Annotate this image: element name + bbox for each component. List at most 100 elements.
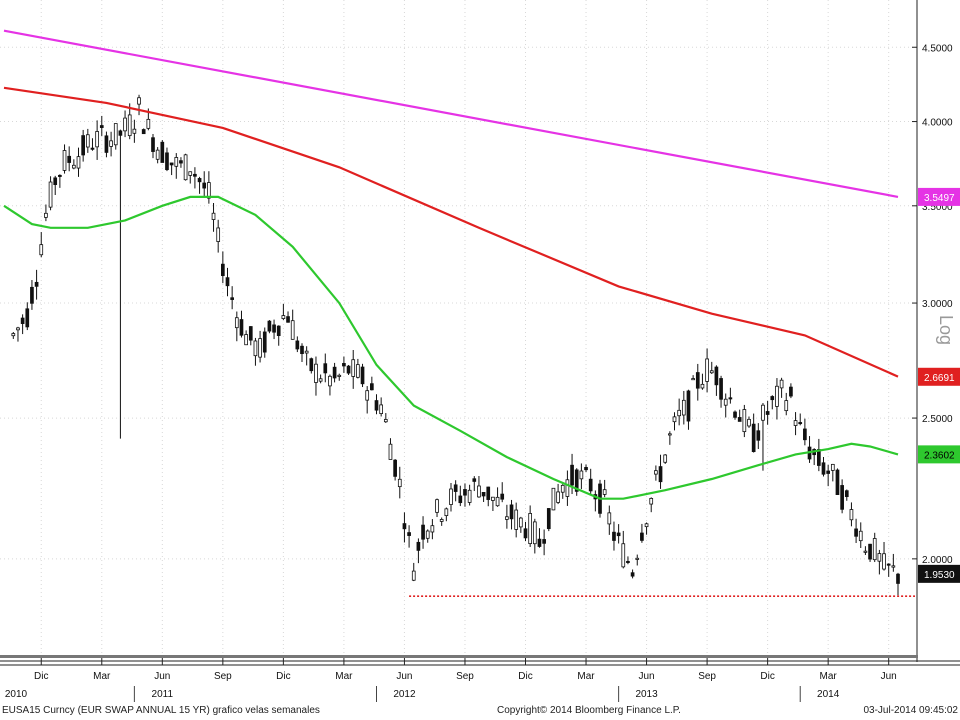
y-tick-label: 4.5000	[922, 43, 953, 54]
candle-body	[123, 117, 127, 132]
candle-body	[48, 181, 53, 208]
x-tick-label: Jun	[881, 671, 897, 682]
candle-body	[840, 485, 844, 510]
y-tick-label: 2.5000	[922, 414, 953, 425]
log-scale-label: Log	[936, 315, 956, 345]
candle-body	[602, 489, 607, 495]
candle-body	[668, 433, 672, 436]
candle-body	[751, 423, 756, 453]
candle-body	[635, 557, 640, 560]
candle-body	[519, 517, 523, 528]
year-label: 2013	[635, 689, 658, 700]
footer-instrument: EUSA15 Curncy (EUR SWAP ANNUAL 15 YR) gr…	[2, 705, 320, 716]
y-tick-label: 2.0000	[922, 555, 953, 566]
candle-body	[165, 152, 169, 171]
candle-body	[747, 418, 751, 427]
candle-body	[537, 538, 542, 547]
ma-line-0	[3, 29, 899, 198]
candle-body	[234, 317, 239, 329]
candle-body	[267, 320, 272, 332]
candle-body	[104, 135, 109, 153]
candle-body	[314, 363, 318, 383]
candles	[11, 94, 900, 596]
candle-body	[649, 498, 654, 505]
candle-body	[183, 154, 188, 181]
candle-body	[356, 364, 360, 378]
candle-body	[803, 428, 807, 441]
candle-body	[616, 532, 621, 537]
candle-body	[830, 463, 835, 471]
candle-body	[202, 182, 207, 189]
year-label: 2014	[817, 689, 840, 700]
candle-body	[588, 478, 593, 492]
candle-body	[691, 378, 695, 381]
candle-body	[67, 155, 72, 163]
candle-body	[495, 496, 500, 507]
candle-body	[407, 532, 411, 536]
candle-body	[62, 150, 67, 171]
candle-body	[230, 297, 234, 300]
candle-body	[584, 467, 588, 471]
candle-body	[174, 157, 179, 167]
candle-body	[416, 541, 421, 551]
candle-body	[141, 129, 146, 135]
x-tick-label: Mar	[820, 671, 838, 682]
x-tick-label: Sep	[214, 671, 232, 682]
candle-body	[137, 97, 141, 105]
ma-line-2	[3, 195, 899, 500]
x-tick-label: Jun	[639, 671, 655, 682]
candle-body	[276, 325, 281, 337]
candle-body	[435, 499, 439, 513]
candle-body	[286, 316, 290, 323]
candle-body	[244, 334, 248, 346]
candle-body	[397, 478, 402, 488]
candle-body	[439, 519, 444, 522]
candle-body	[444, 508, 449, 517]
year-label: 2012	[393, 689, 416, 700]
candle-body	[891, 565, 896, 568]
candle-body	[821, 462, 826, 475]
candle-body	[789, 386, 793, 397]
candle-body	[467, 489, 472, 503]
candle-body	[290, 320, 295, 340]
candle-body	[514, 509, 519, 530]
y-tick-label: 3.0000	[922, 299, 953, 310]
candle-body	[179, 160, 183, 164]
candle-body	[411, 570, 416, 581]
candle-body	[76, 156, 81, 169]
last-value-label: 3.5497	[924, 193, 955, 204]
candle-body	[565, 479, 570, 497]
ma-line-1	[3, 86, 899, 378]
candle-body	[20, 317, 25, 324]
candle-body	[346, 365, 351, 374]
footer-timestamp: 03-Jul-2014 09:45:02	[863, 705, 958, 716]
candle-body	[863, 550, 868, 553]
candle-body	[835, 469, 840, 495]
candle-body	[761, 404, 765, 421]
candle-body	[16, 327, 20, 331]
candle-body	[95, 131, 99, 148]
candle-body	[253, 340, 258, 357]
candle-body	[197, 178, 202, 183]
candle-body	[500, 493, 505, 500]
candle-body	[262, 331, 267, 353]
candle-body	[281, 315, 286, 319]
candle-body	[630, 572, 635, 577]
candle-body	[532, 521, 537, 545]
candle-body	[654, 470, 658, 475]
candlestick-chart: 2.00002.50003.00003.50004.00004.5000 3.5…	[0, 0, 960, 702]
candle-body	[658, 466, 663, 483]
candle-body	[295, 340, 300, 350]
candle-body	[854, 528, 858, 537]
candle-body	[686, 390, 691, 422]
candle-body	[421, 524, 425, 540]
candle-body	[756, 430, 761, 441]
candle-body	[337, 374, 342, 377]
x-tick-label: Mar	[335, 671, 353, 682]
candle-body	[793, 420, 798, 426]
candle-body	[365, 390, 370, 401]
candle-body	[225, 277, 230, 287]
candle-body	[188, 171, 193, 176]
candle-body	[169, 162, 174, 166]
candle-body	[523, 528, 528, 539]
